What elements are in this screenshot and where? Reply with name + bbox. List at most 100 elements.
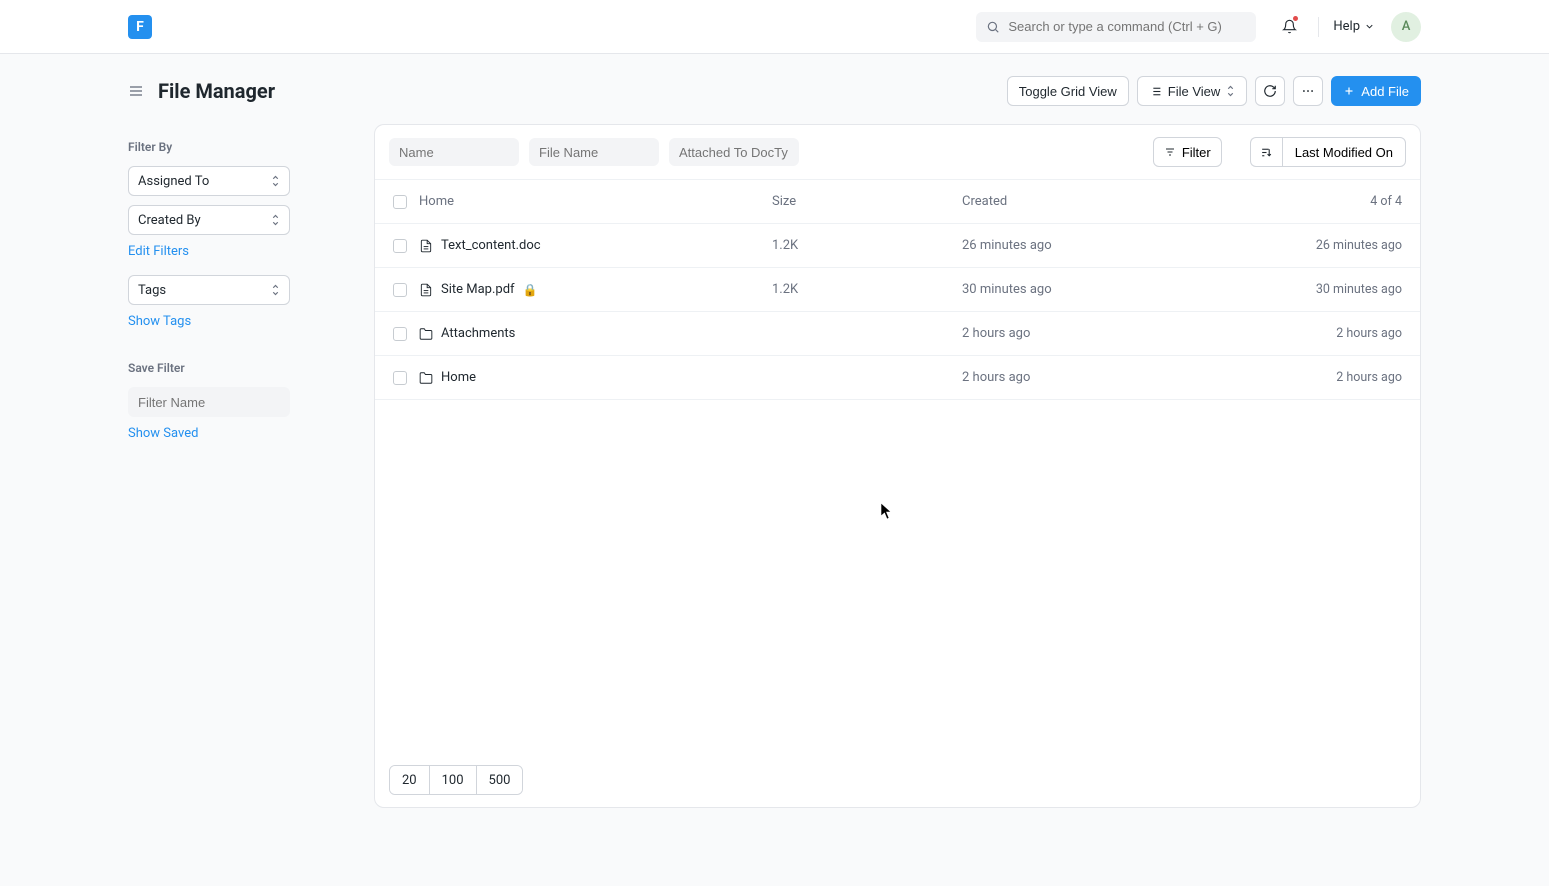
app-logo-letter: F: [136, 19, 144, 35]
folder-icon: [419, 371, 433, 385]
table-row[interactable]: Text_content.doc1.2K26 minutes ago26 min…: [375, 224, 1420, 268]
page-size-option[interactable]: 500: [477, 766, 523, 794]
save-filter-heading: Save Filter: [128, 361, 332, 375]
select-all-checkbox[interactable]: [393, 195, 407, 209]
column-filter-row: Filter Last Modified On: [375, 125, 1420, 180]
filter-button[interactable]: Filter: [1153, 137, 1222, 167]
filter-by-heading: Filter By: [128, 140, 332, 154]
file-name: Text_content.doc: [441, 238, 541, 253]
updown-icon: [1226, 85, 1235, 97]
add-file-label: Add File: [1361, 84, 1409, 99]
file-created: 2 hours ago: [962, 370, 1272, 385]
table-row[interactable]: Home 2 hours ago2 hours ago: [375, 356, 1420, 400]
avatar-letter: A: [1402, 19, 1411, 34]
show-tags-link[interactable]: Show Tags: [128, 314, 332, 329]
row-checkbox[interactable]: [393, 239, 407, 253]
edit-filters-link[interactable]: Edit Filters: [128, 244, 332, 259]
refresh-icon: [1263, 84, 1277, 98]
file-view-dropdown[interactable]: File View: [1137, 76, 1248, 106]
file-created: 30 minutes ago: [962, 282, 1272, 297]
ellipsis-icon: [1301, 84, 1315, 98]
file-list-card: Filter Last Modified On: [374, 124, 1421, 808]
col-header-created: Created: [962, 194, 1272, 209]
card-footer: 20100500: [375, 753, 1420, 807]
updown-icon: [271, 214, 280, 226]
sort-control: Last Modified On: [1250, 137, 1406, 167]
table-row[interactable]: Attachments 2 hours ago2 hours ago: [375, 312, 1420, 356]
row-checkbox[interactable]: [393, 371, 407, 385]
file-icon: [419, 283, 433, 297]
toggle-grid-view-button[interactable]: Toggle Grid View: [1007, 76, 1129, 106]
table-header-row: Home Size Created 4 of 4: [375, 180, 1420, 224]
filter-doctype-chip[interactable]: [669, 138, 799, 166]
file-name: Attachments: [441, 326, 515, 341]
sort-direction-button[interactable]: [1250, 137, 1282, 167]
filter-name-input[interactable]: [138, 395, 280, 410]
col-header-home[interactable]: Home: [419, 194, 772, 209]
file-size: 1.2K: [772, 282, 962, 297]
top-navbar: F Help A: [0, 0, 1549, 54]
file-modified: 26 minutes ago: [1272, 238, 1402, 253]
chevron-down-icon: [1364, 21, 1375, 32]
assigned-to-label: Assigned To: [138, 174, 209, 189]
row-checkbox[interactable]: [393, 327, 407, 341]
lock-icon: 🔒: [523, 283, 538, 297]
filter-sidebar: Filter By Assigned To Created By Edit Fi…: [128, 124, 332, 808]
assigned-to-select[interactable]: Assigned To: [128, 166, 290, 196]
row-checkbox[interactable]: [393, 283, 407, 297]
page-size-option[interactable]: 100: [430, 766, 477, 794]
filter-filename-chip[interactable]: [529, 138, 659, 166]
sort-field-label: Last Modified On: [1295, 145, 1393, 160]
notification-dot: [1293, 16, 1298, 21]
nav-divider: [1318, 17, 1319, 37]
sort-field-button[interactable]: Last Modified On: [1282, 137, 1406, 167]
user-avatar[interactable]: A: [1391, 12, 1421, 42]
table-body: Text_content.doc1.2K26 minutes ago26 min…: [375, 224, 1420, 753]
file-modified: 30 minutes ago: [1272, 282, 1402, 297]
help-label: Help: [1333, 19, 1360, 34]
created-by-label: Created By: [138, 213, 201, 228]
file-modified: 2 hours ago: [1272, 326, 1402, 341]
page-title: File Manager: [158, 79, 275, 103]
plus-icon: [1343, 85, 1355, 97]
filter-name-input-wrap[interactable]: [128, 387, 290, 417]
table-row[interactable]: Site Map.pdf🔒1.2K30 minutes ago30 minute…: [375, 268, 1420, 312]
filter-name-chip[interactable]: [389, 138, 519, 166]
show-saved-link[interactable]: Show Saved: [128, 426, 332, 441]
row-count: 4 of 4: [1272, 194, 1402, 209]
col-header-size: Size: [772, 194, 962, 209]
page-header: File Manager Toggle Grid View File View: [128, 54, 1421, 124]
global-search[interactable]: [976, 12, 1256, 42]
page-area: File Manager Toggle Grid View File View: [0, 54, 1549, 886]
updown-icon: [271, 284, 280, 296]
more-menu-button[interactable]: [1293, 76, 1323, 106]
page-size-group: 20100500: [389, 765, 523, 795]
file-created: 26 minutes ago: [962, 238, 1272, 253]
global-search-input[interactable]: [1008, 19, 1246, 34]
toggle-grid-view-label: Toggle Grid View: [1019, 84, 1117, 99]
page-size-option[interactable]: 20: [390, 766, 430, 794]
file-modified: 2 hours ago: [1272, 370, 1402, 385]
file-name: Home: [441, 370, 476, 385]
folder-icon: [419, 327, 433, 341]
help-dropdown[interactable]: Help: [1333, 19, 1375, 34]
file-created: 2 hours ago: [962, 326, 1272, 341]
tags-label: Tags: [138, 283, 166, 298]
list-icon: [1149, 85, 1162, 98]
search-icon: [986, 20, 1000, 34]
add-file-button[interactable]: Add File: [1331, 76, 1421, 106]
filter-icon: [1164, 146, 1176, 158]
created-by-select[interactable]: Created By: [128, 205, 290, 235]
updown-icon: [271, 175, 280, 187]
app-logo[interactable]: F: [128, 15, 152, 39]
file-name: Site Map.pdf: [441, 282, 515, 297]
refresh-button[interactable]: [1255, 76, 1285, 106]
filter-btn-label: Filter: [1182, 145, 1211, 160]
file-icon: [419, 239, 433, 253]
sort-icon: [1260, 146, 1273, 159]
tags-select[interactable]: Tags: [128, 275, 290, 305]
file-view-label: File View: [1168, 84, 1221, 99]
sidebar-toggle-icon[interactable]: [128, 83, 144, 99]
file-size: 1.2K: [772, 238, 962, 253]
notifications-button[interactable]: [1274, 12, 1304, 42]
